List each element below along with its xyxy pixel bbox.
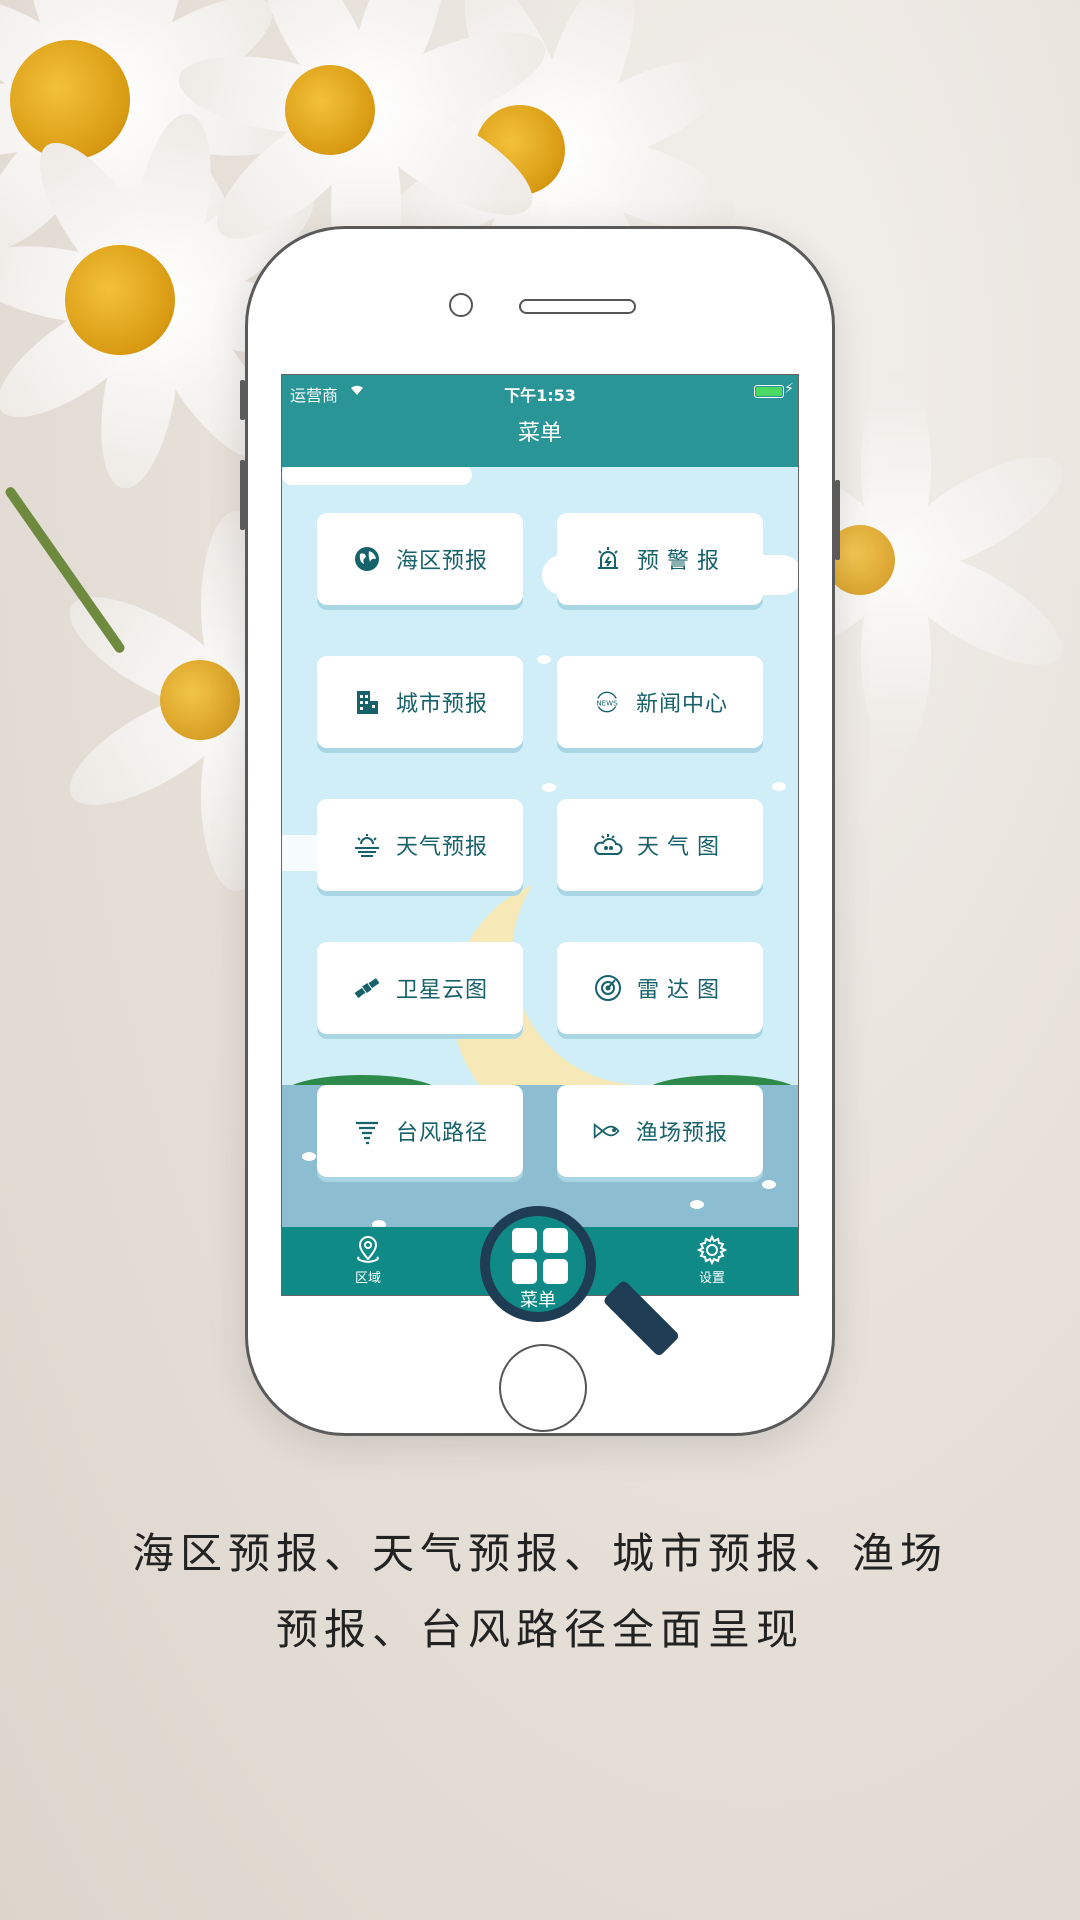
menu-weather-forecast[interactable]: 天气预报 — [317, 799, 523, 891]
satellite-icon — [354, 978, 380, 998]
menu-label: 新闻中心 — [635, 692, 728, 717]
daisy-decoration — [172, 0, 557, 301]
menu-label: 台风路径 — [395, 1121, 488, 1146]
menu-warning[interactable]: 预警报 — [557, 513, 763, 605]
daisy-decoration — [0, 0, 299, 291]
snowflake — [537, 655, 551, 664]
fish-icon — [593, 1123, 620, 1139]
svg-text:NEWS: NEWS — [596, 699, 618, 708]
daisy-decoration — [0, 107, 349, 494]
phone-camera — [449, 293, 473, 317]
alarm-icon — [597, 547, 618, 569]
radar-icon — [594, 975, 621, 1001]
menu-label: 渔场预报 — [635, 1121, 728, 1146]
app-screen: 运营商 下午1:53 ⚡ 菜单 海区预报 预警报 城市预报 NEWS 新闻中心 … — [281, 374, 799, 1296]
status-time: 下午1:53 — [504, 386, 576, 405]
tab-label: 设置 — [698, 1271, 725, 1286]
nav-title: 菜单 — [282, 409, 798, 467]
snowflake — [762, 1180, 776, 1189]
phone-side-button — [835, 480, 840, 560]
caption-line-1: 海区预报、天气预报、城市预报、渔场 — [131, 1529, 948, 1578]
menu-label: 天气图 — [636, 835, 727, 860]
snowflake — [690, 1200, 704, 1209]
grid-icon — [512, 1228, 568, 1284]
menu-fishery-forecast[interactable]: 渔场预报 — [557, 1085, 763, 1177]
charging-icon: ⚡ — [784, 381, 794, 397]
menu-label: 城市预报 — [395, 692, 488, 717]
menu-radar[interactable]: 雷达图 — [557, 942, 763, 1034]
caption-line-2: 预报、台风路径全面呈现 — [275, 1605, 804, 1654]
globe-icon — [354, 547, 379, 571]
daisy-decoration — [713, 370, 1078, 751]
tab-label: 菜单 — [520, 1290, 556, 1311]
typhoon-icon — [355, 1121, 378, 1145]
menu-city-forecast[interactable]: 城市预报 — [317, 656, 523, 748]
menu-weather-map[interactable]: 天气图 — [557, 799, 763, 891]
location-pin-icon — [357, 1236, 379, 1264]
menu-label: 天气预报 — [395, 835, 488, 860]
battery-icon — [754, 385, 784, 398]
news-icon: NEWS — [591, 691, 622, 713]
menu-label: 海区预报 — [395, 549, 488, 574]
phone-speaker — [519, 299, 636, 314]
flower-stem — [3, 485, 127, 655]
phone-side-button — [240, 460, 245, 530]
tab-menu[interactable]: 菜单 — [480, 1206, 596, 1322]
menu-typhoon-path[interactable]: 台风路径 — [317, 1085, 523, 1177]
phone-side-button — [240, 380, 245, 420]
tab-label: 区域 — [354, 1271, 381, 1286]
menu-news-center[interactable]: NEWS 新闻中心 — [557, 656, 763, 748]
menu-label: 预警报 — [636, 549, 727, 574]
building-icon — [356, 691, 378, 714]
menu-label: 雷达图 — [636, 978, 727, 1003]
menu-label: 卫星云图 — [395, 978, 488, 1003]
tab-settings[interactable]: 设置 — [672, 1233, 752, 1286]
phone-home-button[interactable] — [499, 1344, 587, 1432]
gear-icon — [696, 1234, 728, 1266]
menu-satellite[interactable]: 卫星云图 — [317, 942, 523, 1034]
snowflake — [542, 783, 556, 792]
tab-region[interactable]: 区域 — [328, 1233, 408, 1286]
status-bar: 运营商 下午1:53 ⚡ — [282, 375, 798, 409]
weather-map-icon — [594, 834, 623, 855]
daisy-decoration — [53, 510, 418, 891]
snowflake — [772, 782, 786, 791]
daisy-decoration — [364, 0, 747, 342]
snowflake — [302, 1152, 316, 1161]
menu-sea-forecast[interactable]: 海区预报 — [317, 513, 523, 605]
sun-cloud-icon — [354, 834, 379, 857]
cloud — [282, 465, 472, 485]
